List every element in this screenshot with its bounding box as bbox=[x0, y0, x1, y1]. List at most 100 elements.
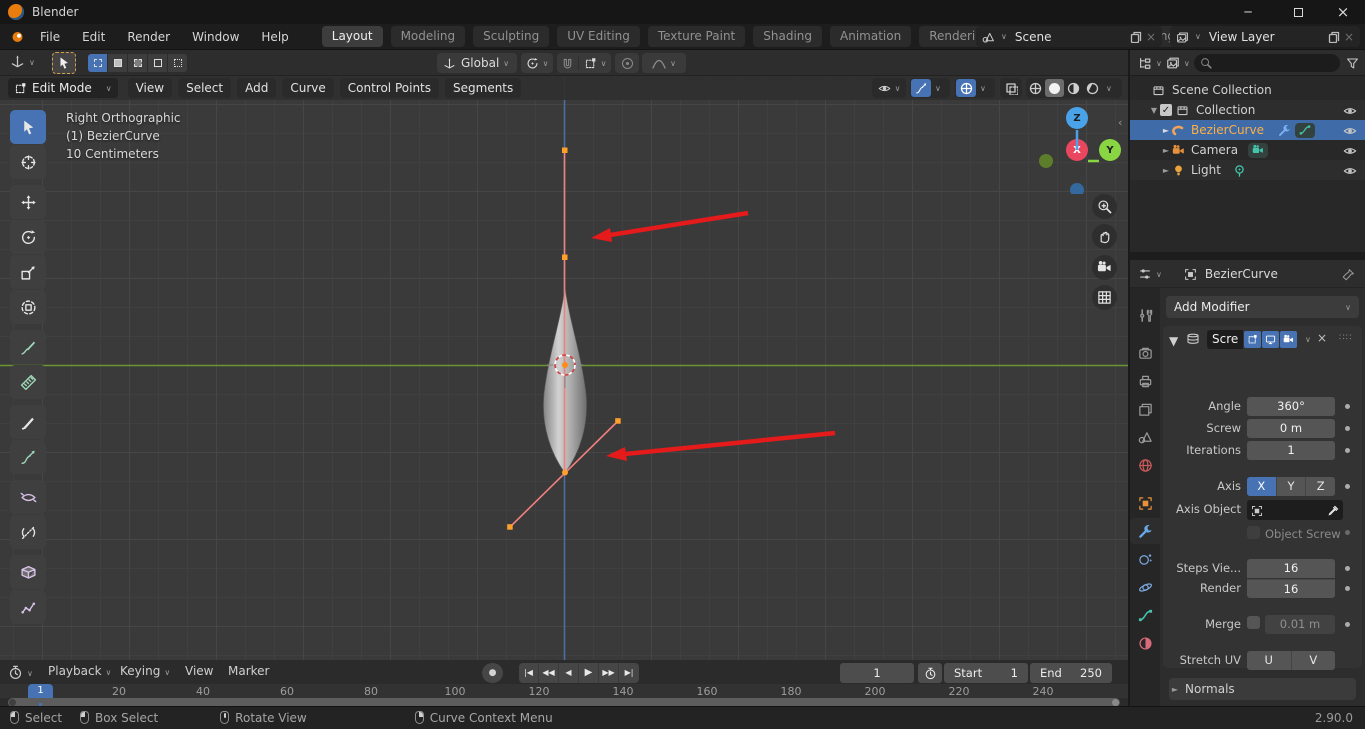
new-view-layer-icon[interactable] bbox=[1328, 30, 1340, 44]
toggle-realtime-icon[interactable] bbox=[1262, 331, 1279, 348]
chevron-down-icon[interactable]: ∨ bbox=[1195, 32, 1201, 41]
merge-threshold-field[interactable]: 0.01 m bbox=[1265, 615, 1335, 634]
xray-toggle[interactable] bbox=[1000, 78, 1022, 98]
modifier-display-toggles[interactable] bbox=[1243, 331, 1297, 348]
disclosure-icon[interactable]: ► bbox=[1160, 126, 1172, 135]
disclosure-icon[interactable]: ▼ bbox=[1148, 106, 1160, 115]
chevron-down-icon[interactable]: ∨ bbox=[1001, 32, 1007, 41]
row-label[interactable]: BezierCurve bbox=[1191, 123, 1264, 137]
tab-object-data[interactable] bbox=[1130, 602, 1160, 628]
select-mode-subtract-icon[interactable] bbox=[128, 54, 147, 72]
outliner-row-beziercurve[interactable]: ► BezierCurve bbox=[1130, 120, 1365, 140]
outliner-search-input[interactable] bbox=[1194, 54, 1340, 72]
marker-menu[interactable]: Marker bbox=[228, 664, 269, 678]
jump-to-end-button[interactable]: ▶| bbox=[619, 663, 639, 683]
orthographic-toggle-button[interactable] bbox=[1092, 285, 1117, 310]
tab-scene[interactable] bbox=[1130, 424, 1160, 450]
stretch-uv-buttons[interactable]: U V bbox=[1247, 651, 1335, 670]
tool-annotate[interactable] bbox=[10, 330, 46, 364]
modifier-extras-dropdown[interactable]: ∨ bbox=[1305, 335, 1311, 344]
tool-scale[interactable] bbox=[10, 255, 46, 289]
panel-expand-icon[interactable]: ▼ bbox=[1169, 334, 1178, 348]
end-frame-field[interactable]: End250 bbox=[1030, 663, 1112, 683]
transform-orientation-dropdown[interactable]: Global ∨ bbox=[437, 53, 517, 73]
tab-output[interactable] bbox=[1130, 368, 1160, 394]
workspace-tab-shading[interactable]: Shading bbox=[753, 26, 822, 47]
restore-button[interactable] bbox=[1276, 0, 1320, 24]
axis-z-button[interactable]: Z bbox=[1306, 477, 1335, 496]
scene-selector[interactable]: ∨ Scene × bbox=[976, 26, 1162, 47]
camera-data-icon[interactable] bbox=[1248, 143, 1268, 158]
workspace-tab-uv-editing[interactable]: UV Editing bbox=[557, 26, 640, 47]
tool-measure[interactable] bbox=[10, 365, 46, 399]
editor-type-icon[interactable]: ∨ bbox=[1138, 266, 1162, 281]
object-screw-checkbox[interactable] bbox=[1247, 526, 1260, 539]
workspace-tab-sculpting[interactable]: Sculpting bbox=[473, 26, 549, 47]
view-layer-selector[interactable]: ∨ View Layer × bbox=[1170, 26, 1360, 47]
shading-rendered-icon[interactable] bbox=[1083, 79, 1102, 97]
tab-modifiers[interactable] bbox=[1130, 518, 1160, 544]
playback-menu[interactable]: Playback∨ bbox=[48, 664, 111, 678]
sidebar-collapse-icon[interactable]: ‹ bbox=[1118, 116, 1122, 129]
region-divider[interactable] bbox=[1128, 50, 1130, 706]
menu-help[interactable]: Help bbox=[250, 26, 299, 48]
collection-checkbox[interactable]: ✓ bbox=[1160, 104, 1172, 116]
outliner-row-collection[interactable]: ▼ ✓ Collection bbox=[1130, 100, 1365, 120]
proportional-falloff-dropdown[interactable]: ∨ bbox=[642, 53, 686, 73]
light-data-icon[interactable] bbox=[1233, 163, 1246, 177]
animate-dot[interactable] bbox=[1345, 586, 1350, 591]
select-mode-set-icon[interactable] bbox=[88, 54, 107, 72]
merge-checkbox[interactable] bbox=[1247, 616, 1260, 629]
tool-shear[interactable] bbox=[10, 555, 46, 589]
screw-field[interactable]: 0 m bbox=[1247, 419, 1335, 438]
add-modifier-dropdown[interactable]: Add Modifier ∨ bbox=[1166, 296, 1359, 318]
menu-edit[interactable]: Edit bbox=[71, 26, 116, 48]
animate-dot[interactable] bbox=[1345, 404, 1350, 409]
new-scene-icon[interactable] bbox=[1130, 30, 1142, 44]
editor-type-icon[interactable]: ∨ bbox=[8, 665, 33, 680]
axis-segmented-control[interactable]: X Y Z bbox=[1247, 477, 1335, 496]
outliner-row-scene-collection[interactable]: Scene Collection bbox=[1130, 80, 1365, 100]
active-tool-icon[interactable] bbox=[52, 52, 76, 74]
tool-cursor[interactable] bbox=[10, 145, 46, 179]
tool-select-box[interactable] bbox=[10, 110, 46, 144]
tool-extrude[interactable] bbox=[10, 440, 46, 474]
tab-material[interactable] bbox=[1130, 630, 1160, 656]
axis-y-button[interactable]: Y bbox=[1277, 477, 1307, 496]
object-visibility-dropdown[interactable]: ∨ bbox=[872, 78, 906, 98]
tab-tool[interactable] bbox=[1130, 302, 1160, 328]
unlink-scene-icon[interactable]: × bbox=[1146, 30, 1156, 44]
unlink-view-layer-icon[interactable]: × bbox=[1344, 30, 1354, 44]
pivot-point-dropdown[interactable]: ∨ bbox=[521, 53, 553, 73]
hide-eye-icon[interactable] bbox=[1343, 103, 1357, 118]
editor-type-icon[interactable]: ∨ bbox=[1138, 55, 1162, 70]
tool-transform[interactable] bbox=[10, 290, 46, 324]
scene-name[interactable]: Scene bbox=[1015, 30, 1130, 44]
menu-render[interactable]: Render bbox=[116, 26, 181, 48]
tab-object[interactable] bbox=[1130, 490, 1160, 516]
menu-file[interactable]: File bbox=[29, 26, 71, 48]
current-frame-marker[interactable]: 1 bbox=[28, 684, 53, 698]
tab-world[interactable] bbox=[1130, 452, 1160, 478]
hide-eye-icon[interactable] bbox=[1343, 143, 1357, 158]
timeline-ruler[interactable]: 20 40 60 80 100 120 140 160 180 200 220 … bbox=[0, 684, 1128, 698]
display-mode-icon[interactable]: ∨ bbox=[1166, 55, 1190, 70]
gizmos-dropdown[interactable]: ∨ bbox=[910, 78, 950, 98]
row-label[interactable]: Collection bbox=[1196, 103, 1255, 117]
select-mode-intersect-icon[interactable] bbox=[168, 54, 187, 72]
menu-add[interactable]: Add bbox=[237, 78, 276, 98]
select-mode-invert-icon[interactable] bbox=[148, 54, 167, 72]
mode-selector[interactable]: Edit Mode ∨ bbox=[8, 78, 118, 98]
jump-to-start-button[interactable]: |◀ bbox=[519, 663, 539, 683]
normals-subpanel-header[interactable]: ► Normals bbox=[1169, 678, 1356, 700]
overlays-dropdown[interactable]: ∨ bbox=[955, 78, 995, 98]
steps-viewport-field[interactable]: 16 bbox=[1247, 559, 1335, 578]
axis-x-button[interactable]: X bbox=[1247, 477, 1277, 496]
tab-physics[interactable] bbox=[1130, 574, 1160, 600]
animate-dot[interactable] bbox=[1345, 484, 1350, 489]
stretch-v-button[interactable]: V bbox=[1292, 651, 1336, 670]
menu-select[interactable]: Select bbox=[178, 78, 231, 98]
next-keyframe-button[interactable]: ▶▶ bbox=[599, 663, 619, 683]
view-menu[interactable]: View bbox=[185, 664, 213, 678]
render-steps-field[interactable]: 16 bbox=[1247, 579, 1335, 598]
